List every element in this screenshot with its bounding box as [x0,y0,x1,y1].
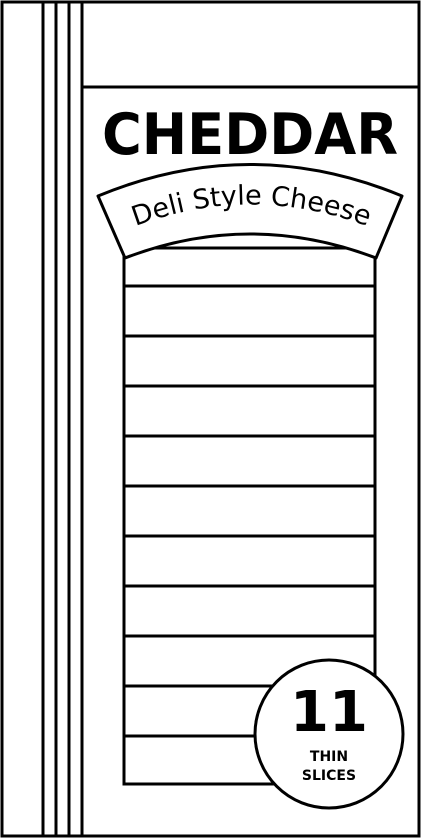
cheese-package: CHEDDAR Deli Style Cheese 11 THIN SLICES [0,0,422,838]
badge-line2: SLICES [302,768,356,784]
slice-count-badge: 11 THIN SLICES [253,658,405,810]
cheese-package-illustration: CHEDDAR Deli Style Cheese 11 THIN SLICES [0,0,421,838]
badge-line1: THIN [310,749,348,765]
product-name: CHEDDAR [102,102,398,168]
badge-count: 11 [290,680,368,745]
